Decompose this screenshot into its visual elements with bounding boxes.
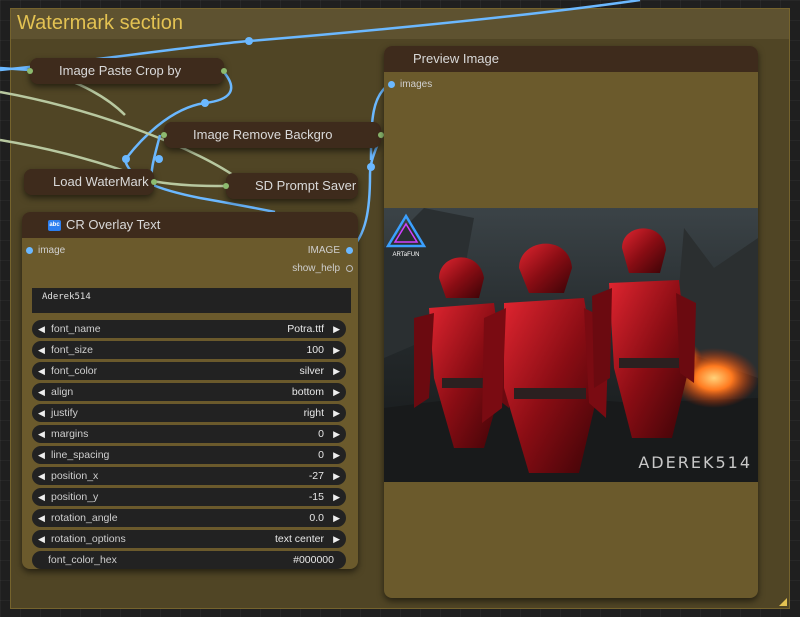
node-sd-prompt-saver[interactable]: SD Prompt Saver [223,173,358,199]
increment-arrow-icon[interactable]: ▶ [333,320,340,338]
decrement-arrow-icon[interactable]: ◀ [38,530,45,548]
increment-arrow-icon[interactable]: ▶ [333,488,340,506]
line-spacing-number[interactable]: ◀ line_spacing 0 ▶ [32,446,346,464]
decrement-arrow-icon[interactable]: ◀ [38,362,45,380]
decrement-arrow-icon[interactable]: ◀ [38,425,45,443]
widget-label: position_y [51,491,99,503]
decrement-arrow-icon[interactable]: ◀ [38,341,45,359]
input-slot-dot[interactable] [161,132,167,138]
decrement-arrow-icon[interactable]: ◀ [38,467,45,485]
increment-arrow-icon[interactable]: ▶ [333,530,340,548]
text-badge-icon: abc [48,220,61,232]
preview-image: ARTaFUN ADEREK514 [384,208,758,482]
increment-arrow-icon[interactable]: ▶ [333,467,340,485]
rotation-angle-number[interactable]: ◀ rotation_angle 0.0 ▶ [32,509,346,527]
increment-arrow-icon[interactable]: ▶ [333,404,340,422]
node-load-watermark[interactable]: Load WaterMark [24,169,157,195]
position-x-number[interactable]: ◀ position_x -27 ▶ [32,467,346,485]
node-title[interactable]: SD Prompt Saver [226,173,358,199]
increment-arrow-icon[interactable]: ▶ [333,383,340,401]
position-y-number[interactable]: ◀ position_y -15 ▶ [32,488,346,506]
widget-label: margins [51,428,89,440]
widget-value: Potra.ttf [287,323,324,335]
node-title[interactable]: Preview Image [384,46,758,72]
watermark-text: ADEREK514 [638,453,752,472]
output-slot-dot[interactable] [221,68,227,74]
widget-value: silver [299,365,324,377]
decrement-arrow-icon[interactable]: ◀ [38,488,45,506]
input-images-dot[interactable] [388,81,395,88]
group-title[interactable]: Watermark section [11,9,789,39]
widget-label: align [51,386,74,398]
widget-value: 0 [318,428,324,440]
input-image-label: image [38,245,66,256]
decrement-arrow-icon[interactable]: ◀ [38,320,45,338]
output-image-label: IMAGE [307,245,340,256]
node-image-remove-background[interactable]: Image Remove Backgro [161,122,384,148]
preview-image-graphic: ARTaFUN ADEREK514 [384,208,758,482]
widget-label: position_x [51,470,99,482]
font-color-hex-input[interactable]: font_color_hex #000000 [32,551,346,569]
increment-arrow-icon[interactable]: ▶ [333,425,340,443]
increment-arrow-icon[interactable]: ▶ [333,509,340,527]
input-slot-dot[interactable] [27,68,33,74]
increment-arrow-icon[interactable]: ▶ [333,341,340,359]
node-cr-overlay-text[interactable]: abc CR Overlay Text image IMAGE show_help… [22,212,358,569]
node-title[interactable]: Load WaterMark [24,169,154,195]
output-image-dot[interactable] [346,247,353,254]
decrement-arrow-icon[interactable]: ◀ [38,383,45,401]
node-title[interactable]: abc CR Overlay Text [22,212,358,238]
node-title[interactable]: Image Remove Backgro [164,122,381,148]
rotation-options-combo[interactable]: ◀ rotation_options text center ▶ [32,530,346,548]
logo-text: ARTaFUN [393,252,420,258]
widget-value: text center [274,533,324,545]
input-image-dot[interactable] [26,247,33,254]
font-size-number[interactable]: ◀ font_size 100 ▶ [32,341,346,359]
output-show-help-dot[interactable] [346,265,353,272]
margins-number[interactable]: ◀ margins 0 ▶ [32,425,346,443]
widget-label: font_name [51,323,101,335]
node-preview-image[interactable]: Preview Image images ARTaFUN ADEREK514 [384,46,758,598]
increment-arrow-icon[interactable]: ▶ [333,446,340,464]
widget-label: rotation_angle [51,512,118,524]
widget-label: line_spacing [51,449,110,461]
decrement-arrow-icon[interactable]: ◀ [38,404,45,422]
widget-value: 0.0 [309,512,324,524]
widget-label: font_color_hex [48,554,117,566]
increment-arrow-icon[interactable]: ▶ [333,362,340,380]
widget-label: rotation_options [51,533,126,545]
widget-value: #000000 [293,554,334,566]
widget-value: -15 [308,491,324,503]
input-images-label: images [400,79,433,90]
text-input[interactable]: Aderek514 [32,288,351,313]
group-resize-handle[interactable] [779,598,787,606]
node-title-text: CR Overlay Text [66,217,161,232]
font-name-combo[interactable]: ◀ font_name Potra.ttf ▶ [32,320,346,338]
align-combo[interactable]: ◀ align bottom ▶ [32,383,346,401]
widget-value: right [303,407,324,419]
widget-label: font_size [51,344,94,356]
decrement-arrow-icon[interactable]: ◀ [38,446,45,464]
input-slot-dot[interactable] [223,183,229,189]
node-image-paste-crop[interactable]: Image Paste Crop by [27,58,227,84]
decrement-arrow-icon[interactable]: ◀ [38,509,45,527]
widget-value: -27 [308,470,324,482]
widget-label: justify [51,407,78,419]
output-show-help-label: show_help [292,263,340,274]
widget-value: 100 [306,344,324,356]
widget-value: bottom [291,386,324,398]
font-color-combo[interactable]: ◀ font_color silver ▶ [32,362,346,380]
justify-combo[interactable]: ◀ justify right ▶ [32,404,346,422]
widget-value: 0 [318,449,324,461]
node-title[interactable]: Image Paste Crop by [30,58,224,84]
widget-label: font_color [51,365,98,377]
output-slot-dot[interactable] [151,179,157,185]
